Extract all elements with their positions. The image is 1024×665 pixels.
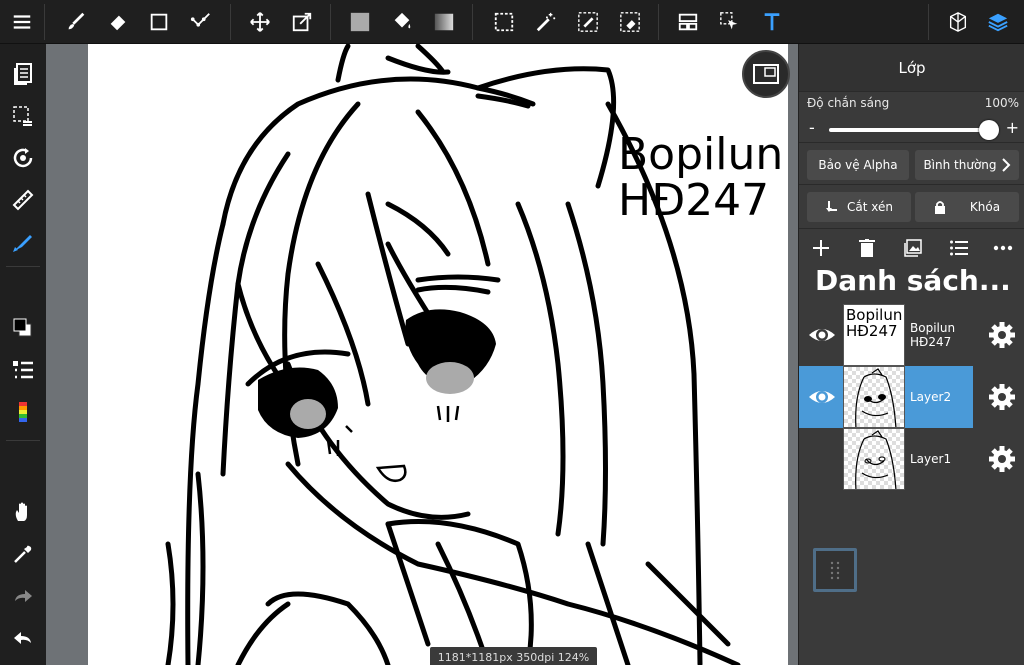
drawing-canvas[interactable]: Bopilun HĐ247	[88, 44, 788, 665]
layers-icon[interactable]	[982, 6, 1014, 38]
gear-icon[interactable]	[987, 382, 1017, 412]
rectangle-icon[interactable]	[143, 6, 175, 38]
select-pen-icon[interactable]	[572, 6, 604, 38]
layer-thumbnail	[843, 366, 905, 428]
layer-panel: Lớp Độ chắn sáng 100% - + Bảo vệ Alpha B…	[798, 44, 1024, 665]
opacity-increase-button[interactable]: +	[1006, 118, 1019, 137]
clipping-label: Cắt xén	[847, 200, 893, 214]
hand-icon[interactable]	[7, 496, 39, 528]
menu-icon[interactable]	[6, 6, 38, 38]
fill-color-icon[interactable]	[344, 6, 376, 38]
smudge-icon[interactable]	[185, 6, 217, 38]
eye-icon[interactable]	[807, 382, 837, 412]
left-toolbar	[0, 44, 46, 665]
selection-icon[interactable]	[7, 100, 39, 132]
layer-actions-bar	[799, 234, 1024, 262]
select-rect-icon[interactable]	[488, 6, 520, 38]
transform-icon[interactable]	[286, 6, 318, 38]
opacity-label: Độ chắn sáng	[807, 96, 890, 110]
blend-mode-button[interactable]: Bình thường	[915, 150, 1019, 180]
panel-drag-handle[interactable]	[813, 548, 857, 592]
layer-name: Layer1	[910, 452, 952, 466]
redo-icon[interactable]	[7, 580, 39, 612]
3d-icon[interactable]	[942, 6, 974, 38]
layer-list-title: Danh sách...	[815, 264, 1011, 297]
move-icon[interactable]	[244, 6, 276, 38]
text-icon[interactable]	[756, 6, 788, 38]
watermark-text: Bopilun HĐ247	[618, 129, 784, 226]
gear-icon[interactable]	[987, 444, 1017, 474]
layer-list-view-icon[interactable]	[947, 236, 971, 260]
eyedropper-icon[interactable]	[7, 538, 39, 570]
clipping-button[interactable]: Cắt xén	[807, 192, 911, 222]
snap-icon[interactable]	[7, 226, 39, 258]
rotate-icon[interactable]	[7, 142, 39, 174]
delete-layer-icon[interactable]	[855, 236, 879, 260]
magic-wand-icon[interactable]	[530, 6, 562, 38]
color-swatch-icon[interactable]	[7, 312, 39, 344]
import-image-icon[interactable]	[901, 236, 925, 260]
layer-thumbnail: Bopilun HĐ247	[843, 304, 905, 366]
lock-button[interactable]: Khóa	[915, 192, 1019, 222]
layer-row[interactable]: Layer1	[799, 428, 1024, 490]
opacity-value: 100%	[984, 96, 1019, 110]
navigator-icon	[753, 64, 779, 84]
protect-alpha-button[interactable]: Bảo vệ Alpha	[807, 150, 909, 180]
top-toolbar	[0, 0, 1024, 44]
opacity-slider-knob[interactable]	[979, 120, 999, 140]
navigator-toggle-button[interactable]	[742, 50, 790, 98]
panel-title: Lớp	[799, 44, 1024, 92]
pages-icon[interactable]	[7, 58, 39, 90]
select-cursor-icon[interactable]	[714, 6, 746, 38]
grip-dots-icon	[830, 561, 840, 580]
layer-row[interactable]: Bopilun HĐ247 Bopilun HĐ247	[799, 304, 1024, 366]
layer-name: Layer2	[910, 390, 952, 404]
opacity-slider-row: - +	[809, 118, 1019, 140]
opacity-slider[interactable]	[829, 120, 999, 140]
more-options-icon[interactable]	[991, 236, 1015, 260]
gear-icon[interactable]	[987, 320, 1017, 350]
layer-name: Bopilun HĐ247	[910, 321, 956, 349]
blend-mode-label: Bình thường	[923, 158, 997, 172]
lock-label: Khóa	[969, 200, 1001, 214]
layer-row[interactable]: Layer2	[799, 366, 1024, 428]
add-layer-icon[interactable]	[809, 236, 833, 260]
lock-icon	[934, 201, 945, 214]
layout-icon[interactable]	[672, 6, 704, 38]
gradient-icon[interactable]	[428, 6, 460, 38]
canvas-area[interactable]: Bopilun HĐ247 1181*1181px 350dpi 124%	[46, 44, 798, 665]
layer-list-icon[interactable]	[7, 354, 39, 386]
clip-arrow-icon	[826, 201, 837, 212]
chevron-right-icon	[1001, 158, 1010, 172]
color-palette-icon[interactable]	[7, 396, 39, 428]
bucket-icon[interactable]	[386, 6, 418, 38]
eraser-icon[interactable]	[102, 6, 134, 38]
select-eraser-icon[interactable]	[614, 6, 646, 38]
eye-icon[interactable]	[807, 320, 837, 350]
opacity-row: Độ chắn sáng 100%	[807, 94, 1019, 114]
layer-thumbnail	[843, 428, 905, 490]
opacity-decrease-button[interactable]: -	[809, 118, 815, 137]
brush-icon[interactable]	[60, 6, 92, 38]
undo-icon[interactable]	[7, 622, 39, 654]
app-window: Bopilun HĐ247 1181*1181px 350dpi 124% Lớ…	[0, 0, 1024, 665]
layer-thumbnail-text: Bopilun HĐ247	[846, 306, 903, 340]
canvas-status-bar: 1181*1181px 350dpi 124%	[430, 647, 597, 665]
ruler-icon[interactable]	[7, 184, 39, 216]
